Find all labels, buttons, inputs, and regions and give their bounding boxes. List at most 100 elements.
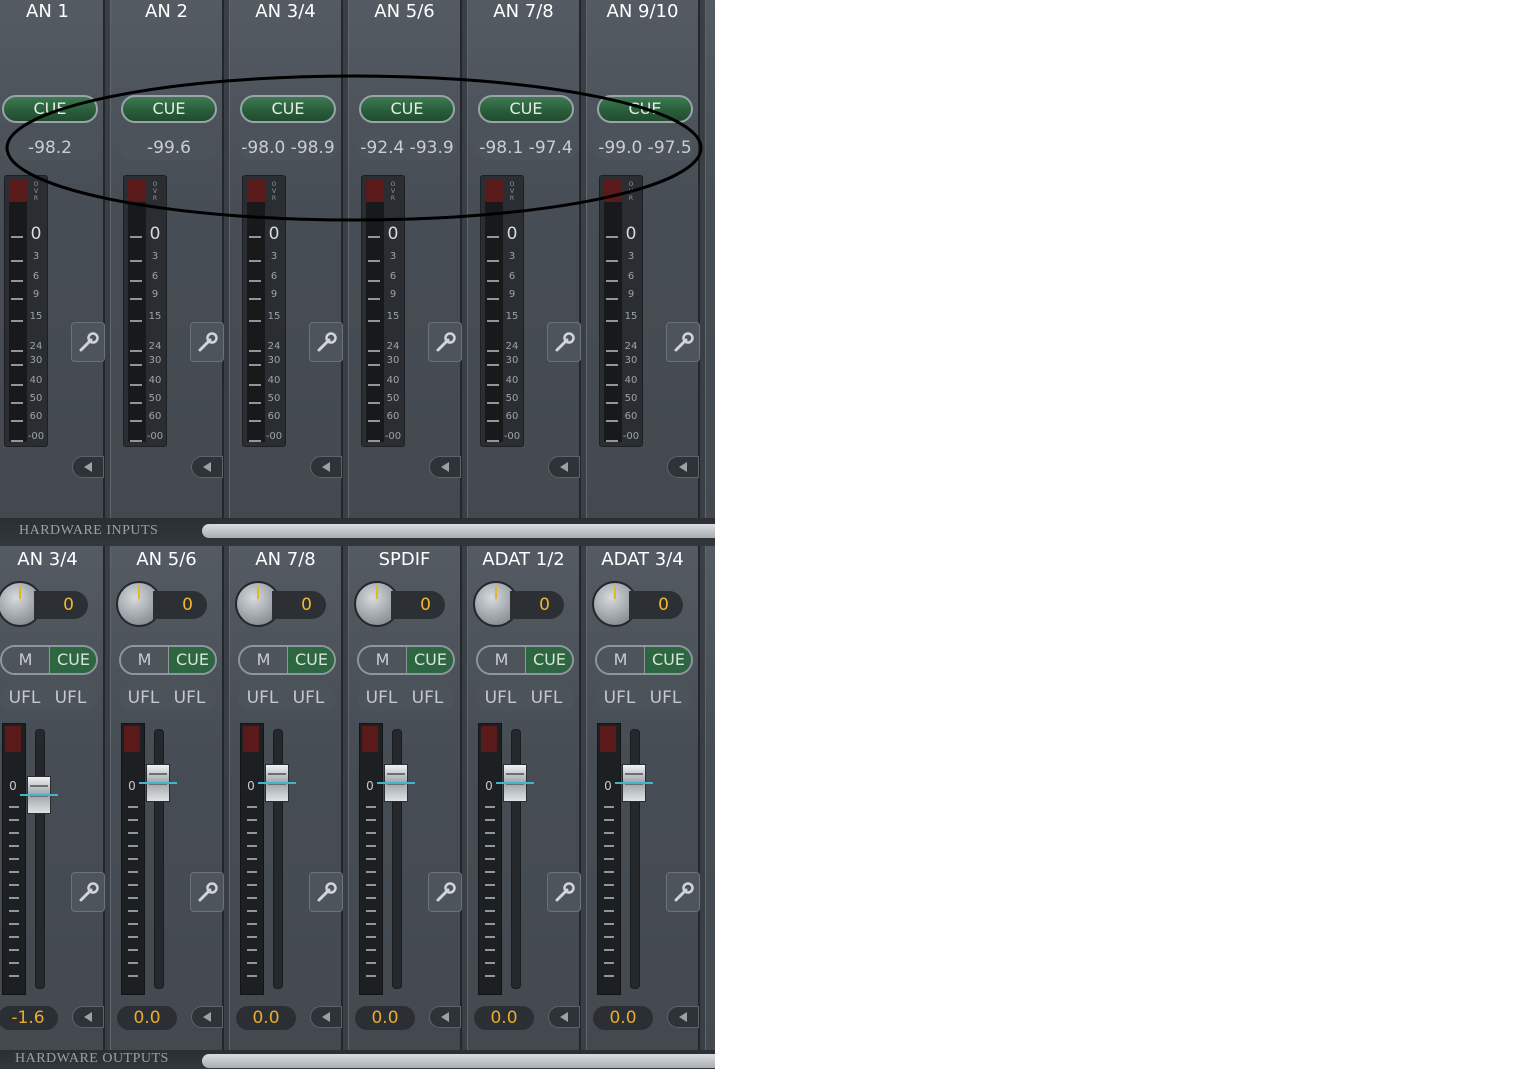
cue-button[interactable]: CUE (2, 95, 98, 123)
meter-scale-label: 24 (386, 341, 400, 352)
channel-settings-button[interactable] (190, 322, 224, 362)
channel-settings-button[interactable] (547, 872, 581, 912)
output-strip-partial (705, 546, 715, 1050)
input-strip-an56: AN 5/6 CUE -92.4 -93.9 O V R 0 3 6 9 15 24 30 40 50… (348, 0, 462, 518)
clip-indicator (128, 180, 146, 202)
input-strip-an34: AN 3/4 CUE -98.0 -98.9 O V R 0 3 6 9 15 24 30 40 50… (229, 0, 343, 518)
mute-button[interactable]: M (2, 647, 49, 673)
wrench-icon (79, 332, 99, 352)
volume-fader[interactable] (20, 776, 58, 814)
meter-tick (9, 806, 19, 808)
meter-tick (128, 910, 138, 912)
meter-scale-label: 24 (29, 341, 43, 352)
collapse-channel-button[interactable] (72, 456, 104, 478)
meter-tick (249, 320, 261, 322)
meter-tick (249, 350, 261, 352)
mute-cue-group: M CUE (357, 645, 455, 675)
cue-button[interactable]: CUE (597, 95, 693, 123)
meter-tick (485, 910, 495, 912)
volume-fader[interactable] (377, 764, 415, 802)
meter-scale-label: 50 (505, 393, 519, 404)
meter-tick (487, 236, 499, 238)
channel-settings-button[interactable] (71, 322, 105, 362)
channel-settings-button[interactable] (666, 872, 700, 912)
channel-settings-button[interactable] (547, 322, 581, 362)
collapse-channel-button[interactable] (548, 1006, 580, 1028)
channel-settings-button[interactable] (190, 872, 224, 912)
collapse-channel-button[interactable] (667, 456, 699, 478)
meter-scale-label: 15 (267, 311, 281, 322)
mute-button[interactable]: M (121, 647, 168, 673)
channel-settings-button[interactable] (71, 872, 105, 912)
meter-scale-label: 40 (386, 375, 400, 386)
volume-fader[interactable] (258, 764, 296, 802)
meter-scale-label: -00 (503, 431, 521, 442)
gain-display: 0 (272, 591, 326, 619)
cue-button[interactable]: CUE (121, 95, 217, 123)
gain-display: 0 (629, 591, 683, 619)
meter-tick (604, 884, 614, 886)
mute-button[interactable]: M (597, 647, 644, 673)
meter-tick (368, 402, 380, 404)
meter-tick (128, 962, 138, 964)
cue-button[interactable]: CUE (168, 647, 215, 673)
channel-settings-button[interactable] (428, 872, 462, 912)
channel-settings-button[interactable] (666, 322, 700, 362)
cue-button[interactable]: CUE (240, 95, 336, 123)
collapse-channel-button[interactable] (667, 1006, 699, 1028)
horizontal-scrollbar[interactable] (202, 524, 715, 538)
meter-tick (11, 350, 23, 352)
meter-tick (366, 949, 376, 951)
collapse-channel-button[interactable] (548, 456, 580, 478)
meter-tick (11, 364, 23, 366)
channel-name: AN 5/6 (136, 549, 197, 570)
meter-tick (487, 384, 499, 386)
meter-tick (366, 975, 376, 977)
ufl-left: UFL (365, 688, 398, 708)
gain-display: 0 (153, 591, 207, 619)
level-meter: O V R 0 3 6 9 15 24 30 40 50 60 -00 (480, 175, 524, 447)
collapse-channel-button[interactable] (310, 1006, 342, 1028)
horizontal-scrollbar[interactable] (202, 1054, 715, 1068)
cue-button[interactable]: CUE (287, 647, 334, 673)
input-strip-an78: AN 7/8 CUE -98.1 -97.4 O V R 0 3 6 9 15 24 30 40 50… (467, 0, 581, 518)
ovr-label: OVR (390, 181, 396, 202)
mute-button[interactable]: M (359, 647, 406, 673)
cue-button[interactable]: CUE (478, 95, 574, 123)
meter-tick (368, 236, 380, 238)
ufl-display: UFL UFL (238, 685, 336, 711)
meter-tick (604, 975, 614, 977)
mute-button[interactable]: M (478, 647, 525, 673)
collapse-channel-button[interactable] (310, 456, 342, 478)
clip-indicator (366, 180, 384, 202)
meter-scale-label: 0 (30, 224, 42, 244)
cue-button[interactable]: CUE (49, 647, 96, 673)
output-level-meter: 0 (359, 723, 383, 995)
volume-fader[interactable] (615, 764, 653, 802)
meter-scale-label: -00 (265, 431, 283, 442)
collapse-channel-button[interactable] (191, 1006, 223, 1028)
collapse-channel-button[interactable] (429, 456, 461, 478)
meter-tick (9, 936, 19, 938)
meter-tick (604, 949, 614, 951)
collapse-channel-button[interactable] (429, 1006, 461, 1028)
meter-tick (485, 871, 495, 873)
cue-button[interactable]: CUE (525, 647, 572, 673)
meter-scale-label: 60 (267, 411, 281, 422)
meter-zero-label: 0 (604, 779, 612, 793)
meter-tick (366, 871, 376, 873)
channel-settings-button[interactable] (309, 322, 343, 362)
channel-settings-button[interactable] (309, 872, 343, 912)
channel-settings-button[interactable] (428, 322, 462, 362)
volume-fader[interactable] (496, 764, 534, 802)
meter-scale-label: 0 (506, 224, 518, 244)
cue-button[interactable]: CUE (359, 95, 455, 123)
cue-button[interactable]: CUE (644, 647, 691, 673)
collapse-channel-button[interactable] (191, 456, 223, 478)
cue-button[interactable]: CUE (406, 647, 453, 673)
meter-zero-label: 0 (366, 779, 374, 793)
volume-fader[interactable] (139, 764, 177, 802)
collapse-channel-button[interactable] (72, 1006, 104, 1028)
meter-tick (368, 440, 380, 442)
mute-button[interactable]: M (240, 647, 287, 673)
